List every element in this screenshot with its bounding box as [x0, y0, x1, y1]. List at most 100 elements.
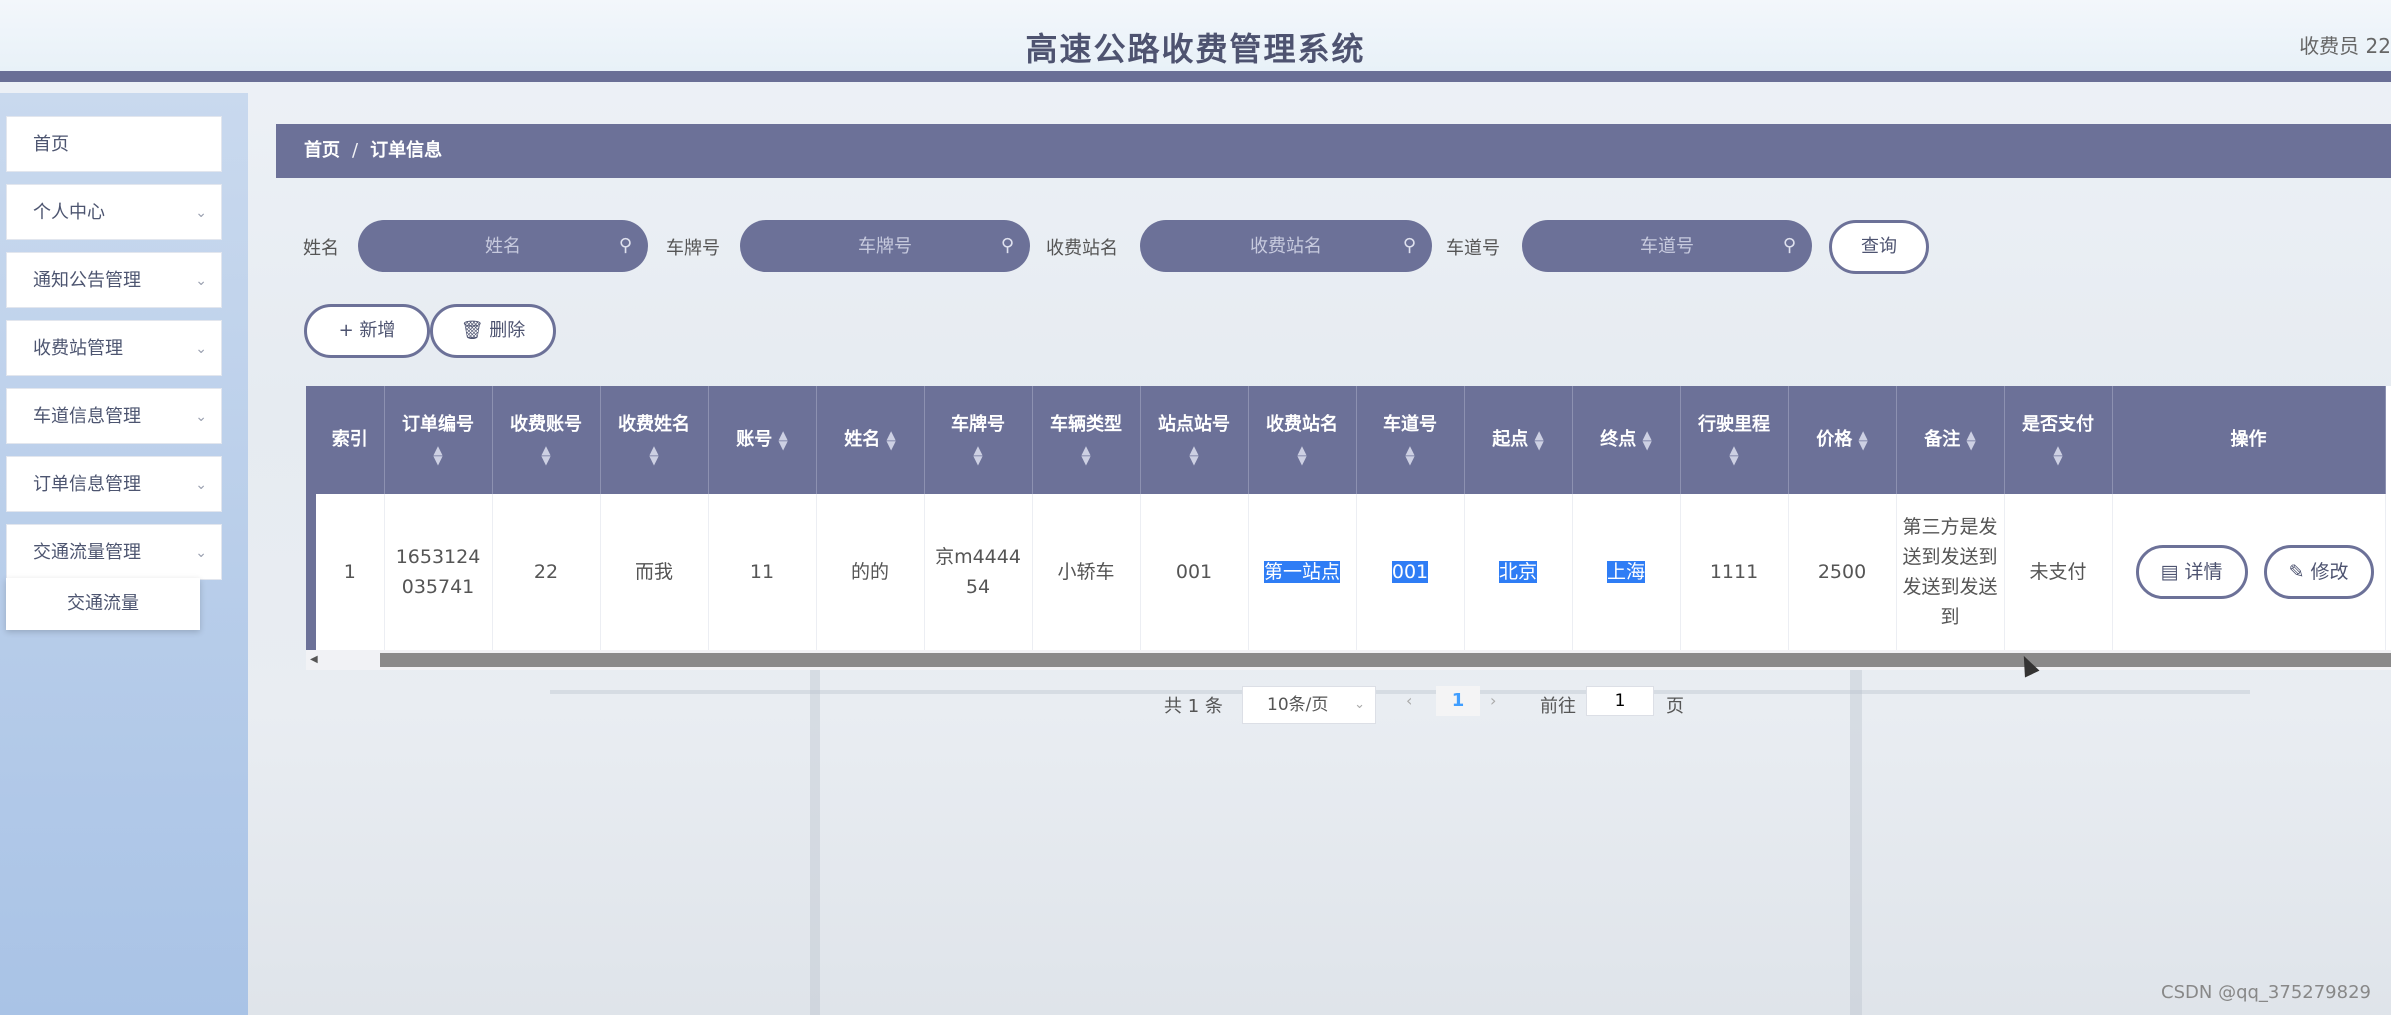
- col-plate[interactable]: 车牌号 ▲ ▼: [924, 386, 1033, 494]
- col-actions: 操作: [2112, 386, 2386, 494]
- col-toll-account[interactable]: 收费账号 ▲ ▼: [492, 386, 601, 494]
- cell-remark: 第三方是发送到发送到发送到发送到: [1896, 494, 2005, 651]
- chevron-down-icon: ⌄: [195, 273, 207, 289]
- chevron-up-icon: ⌄: [195, 545, 207, 561]
- cell-toll-account: 22: [492, 494, 601, 651]
- col-account[interactable]: 账号 ▲ ▼: [708, 386, 817, 494]
- prev-page-button[interactable]: ‹: [1406, 686, 1412, 716]
- detail-button[interactable]: ▤ 详情: [2135, 544, 2248, 599]
- col-lane-no[interactable]: 车道号 ▲ ▼: [1356, 386, 1465, 494]
- cell-lane-no: 001: [1356, 494, 1465, 651]
- selected-text: 001: [1391, 560, 1429, 583]
- page-size-select[interactable]: 10条/页 ⌄: [1242, 686, 1376, 724]
- cell-paid: 未支付: [2004, 494, 2113, 651]
- search-bar: 姓名 ⚲ 车牌号 ⚲ 收费站名 ⚲ 车道号 ⚲ 查询: [276, 218, 2376, 274]
- table-horizontal-scrollbar[interactable]: ◀: [306, 650, 2391, 670]
- col-price[interactable]: 价格 ▲ ▼: [1788, 386, 1897, 494]
- plate-search-input[interactable]: [740, 220, 1030, 272]
- sort-icon: ▲ ▼: [1081, 443, 1091, 467]
- sort-icon: ▲ ▼: [886, 428, 896, 452]
- col-remark[interactable]: 备注 ▲ ▼: [1896, 386, 2005, 494]
- sort-icon: ▲ ▼: [1405, 443, 1415, 467]
- col-paid[interactable]: 是否支付 ▲ ▼: [2004, 386, 2113, 494]
- sort-icon: ▲ ▼: [973, 443, 983, 467]
- cell-start: 北京: [1464, 494, 1573, 651]
- next-page-button[interactable]: ›: [1490, 686, 1496, 716]
- document-icon: ▤: [2160, 560, 2179, 583]
- sort-icon: ▲ ▼: [1642, 428, 1652, 452]
- breadcrumb-separator: /: [352, 140, 359, 161]
- chevron-down-icon: ⌄: [195, 341, 207, 357]
- sidebar-item-orders[interactable]: 订单信息管理 ⌄: [6, 456, 222, 512]
- col-end[interactable]: 终点 ▲ ▼: [1572, 386, 1681, 494]
- col-station-name[interactable]: 收费站名 ▲ ▼: [1248, 386, 1357, 494]
- plate-search-field[interactable]: ⚲: [740, 220, 1030, 272]
- lane-search-field[interactable]: ⚲: [1522, 220, 1812, 272]
- col-mileage[interactable]: 行驶里程 ▲ ▼: [1680, 386, 1789, 494]
- chevron-down-icon: ⌄: [195, 409, 207, 425]
- name-search-field[interactable]: ⚲: [358, 220, 648, 272]
- table-row[interactable]: 1 1653124035741 22 而我 11 的的 京m444454 小轿车…: [316, 494, 2386, 651]
- scrollbar-thumb[interactable]: [380, 653, 2391, 667]
- col-name[interactable]: 姓名 ▲ ▼: [816, 386, 925, 494]
- edit-button[interactable]: ✎ 修改: [2263, 544, 2374, 599]
- sort-icon: ▲ ▼: [1858, 428, 1868, 452]
- col-vehicle-type[interactable]: 车辆类型 ▲ ▼: [1032, 386, 1141, 494]
- pencil-icon: ✎: [2288, 560, 2305, 583]
- sidebar-item-home[interactable]: 首页: [6, 116, 222, 172]
- search-icon: ⚲: [1782, 235, 1796, 256]
- chevron-down-icon: ⌄: [195, 205, 207, 221]
- search-icon: ⚲: [1000, 235, 1014, 256]
- scroll-left-arrow-icon[interactable]: ◀: [310, 650, 318, 670]
- cell-station-name: 第一站点: [1248, 494, 1357, 651]
- col-order-no[interactable]: 订单编号 ▲ ▼: [384, 386, 493, 494]
- app-header: 高速公路收费管理系统 收费员 22: [0, 0, 2391, 82]
- col-station-no[interactable]: 站点站号 ▲ ▼: [1140, 386, 1249, 494]
- sort-icon: ▲ ▼: [1189, 443, 1199, 467]
- cell-name: 的的: [816, 494, 925, 651]
- trash-icon: 🗑: [460, 320, 484, 341]
- cell-toll-name: 而我: [600, 494, 709, 651]
- lane-search-input[interactable]: [1522, 220, 1812, 272]
- name-search-input[interactable]: [358, 220, 648, 272]
- delete-button[interactable]: 🗑 删除: [430, 304, 556, 358]
- sidebar: 首页 个人中心 ⌄ 通知公告管理 ⌄ 收费站管理 ⌄ 车道信息管理 ⌄ 订单信息管理 ⌄ …: [0, 93, 248, 1015]
- sidebar-item-personal-center[interactable]: 个人中心 ⌄: [6, 184, 222, 240]
- current-user[interactable]: 收费员 22: [2299, 30, 2391, 59]
- sort-icon: ▲ ▼: [541, 443, 551, 467]
- sort-icon: ▲ ▼: [433, 443, 443, 467]
- col-toll-name[interactable]: 收费姓名 ▲ ▼: [600, 386, 709, 494]
- col-start[interactable]: 起点 ▲ ▼: [1464, 386, 1573, 494]
- page-suffix: 页: [1666, 696, 1684, 717]
- cell-actions: ▤ 详情 ✎ 修改: [2112, 494, 2386, 651]
- sidebar-item-lanes[interactable]: 车道信息管理 ⌄: [6, 388, 222, 444]
- sort-icon: ▲ ▼: [1297, 443, 1307, 467]
- cell-price: 2500: [1788, 494, 1897, 651]
- pagination-total: 共 1 条: [1164, 696, 1223, 717]
- cell-mileage: 1111: [1680, 494, 1789, 651]
- goto-page-input[interactable]: [1587, 687, 1653, 715]
- breadcrumb-home[interactable]: 首页: [304, 140, 340, 161]
- sidebar-item-toll-stations[interactable]: 收费站管理 ⌄: [6, 320, 222, 376]
- page-number-current[interactable]: 1: [1436, 686, 1480, 716]
- query-button[interactable]: 查询: [1829, 220, 1929, 274]
- sidebar-item-announcements[interactable]: 通知公告管理 ⌄: [6, 252, 222, 308]
- cell-order-no: 1653124035741: [384, 494, 493, 651]
- selected-text: 第一站点: [1263, 560, 1340, 583]
- sidebar-item-traffic[interactable]: 交通流量管理 ⌄: [6, 524, 222, 580]
- goto-page-field[interactable]: [1586, 686, 1654, 716]
- station-label: 收费站名: [1046, 238, 1118, 259]
- goto-label: 前往: [1540, 696, 1576, 717]
- submenu-item-traffic-flow[interactable]: 交通流量: [6, 578, 200, 630]
- plate-label: 车牌号: [666, 238, 720, 259]
- station-search-input[interactable]: [1140, 220, 1432, 272]
- selected-text: 北京: [1498, 560, 1537, 583]
- cell-station-no: 001: [1140, 494, 1249, 651]
- chevron-down-icon: ⌄: [195, 477, 207, 493]
- app-title: 高速公路收费管理系统: [1025, 30, 1366, 68]
- sort-icon: ▲ ▼: [1729, 443, 1739, 467]
- station-search-field[interactable]: ⚲: [1140, 220, 1432, 272]
- table-header-row: 索引 订单编号 ▲ ▼ 收费账号 ▲ ▼ 收费姓名 ▲ ▼ 账号 ▲ ▼ 姓名 ▲ ▼ 车牌号 ▲…: [316, 386, 2386, 494]
- add-button[interactable]: + 新增: [304, 304, 430, 358]
- cell-vehicle-type: 小轿车: [1032, 494, 1141, 651]
